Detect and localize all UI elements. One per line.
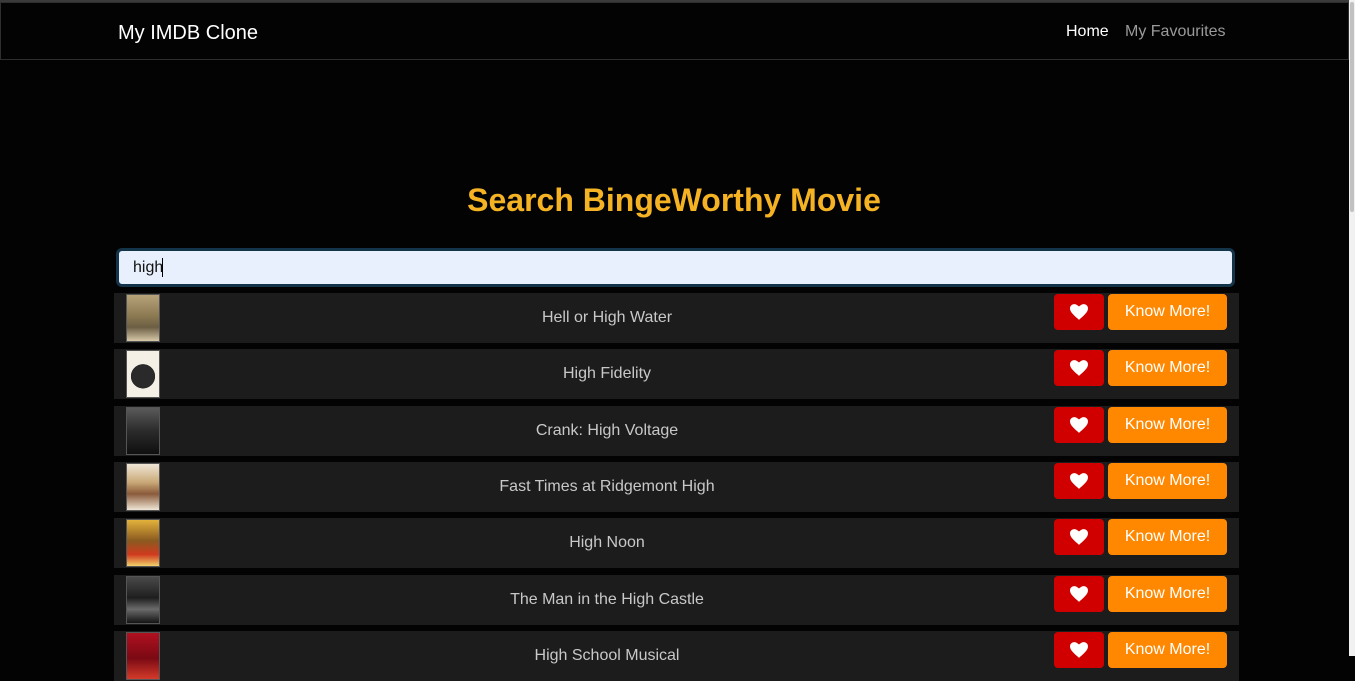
nav-link-my-favourites[interactable]: My Favourites: [1125, 22, 1225, 42]
heart-icon: [1070, 360, 1088, 376]
movie-title: High Noon: [569, 534, 645, 551]
add-favourite-button[interactable]: [1054, 350, 1104, 386]
add-favourite-button[interactable]: [1054, 294, 1104, 330]
know-more-button[interactable]: Know More!: [1108, 294, 1227, 330]
page-scrollbar-thumb[interactable]: [1350, 2, 1354, 212]
text-cursor: [162, 258, 163, 277]
movie-title: Crank: High Voltage: [535, 422, 679, 439]
poster-image: [126, 407, 160, 455]
add-favourite-button[interactable]: [1054, 632, 1104, 668]
poster-image: [126, 294, 160, 342]
search-input[interactable]: [116, 248, 1235, 287]
movie-title: Hell or High Water: [541, 309, 673, 326]
poster-image: [126, 463, 160, 511]
heart-icon: [1070, 473, 1088, 489]
know-more-button[interactable]: Know More!: [1108, 463, 1227, 499]
know-more-button[interactable]: Know More!: [1108, 350, 1227, 386]
heart-icon: [1070, 529, 1088, 545]
add-favourite-button[interactable]: [1054, 407, 1104, 443]
result-row: High School Musical Know More!: [114, 631, 1239, 681]
heart-icon: [1070, 417, 1088, 433]
movie-title: High Fidelity: [562, 365, 652, 382]
poster-image: [126, 519, 160, 567]
movie-title: Fast Times at Ridgemont High: [499, 478, 715, 495]
movie-title: The Man in the High Castle: [510, 591, 704, 608]
result-row: Fast Times at Ridgemont High Know More!: [114, 462, 1239, 512]
heart-icon: [1070, 304, 1088, 320]
know-more-button[interactable]: Know More!: [1108, 519, 1227, 555]
result-row: High Fidelity Know More!: [114, 349, 1239, 399]
result-row: The Man in the High Castle Know More!: [114, 575, 1239, 625]
page-title: Search BingeWorthy Movie: [467, 182, 881, 218]
add-favourite-button[interactable]: [1054, 576, 1104, 612]
brand-logo[interactable]: My IMDB Clone: [118, 21, 258, 45]
know-more-button[interactable]: Know More!: [1108, 407, 1227, 443]
know-more-button[interactable]: Know More!: [1108, 576, 1227, 612]
result-row: Hell or High Water Know More!: [114, 293, 1239, 343]
know-more-button[interactable]: Know More!: [1108, 632, 1227, 668]
poster-image: [126, 350, 160, 398]
add-favourite-button[interactable]: [1054, 463, 1104, 499]
add-favourite-button[interactable]: [1054, 519, 1104, 555]
result-row: Crank: High Voltage Know More!: [114, 406, 1239, 456]
result-row: High Noon Know More!: [114, 518, 1239, 568]
navbar: My IMDB Clone Home My Favourites: [0, 2, 1349, 60]
movie-title: High School Musical: [534, 647, 680, 664]
heart-icon: [1070, 586, 1088, 602]
poster-image: [126, 576, 160, 624]
nav-link-home[interactable]: Home: [1066, 22, 1109, 42]
poster-image: [126, 632, 160, 680]
